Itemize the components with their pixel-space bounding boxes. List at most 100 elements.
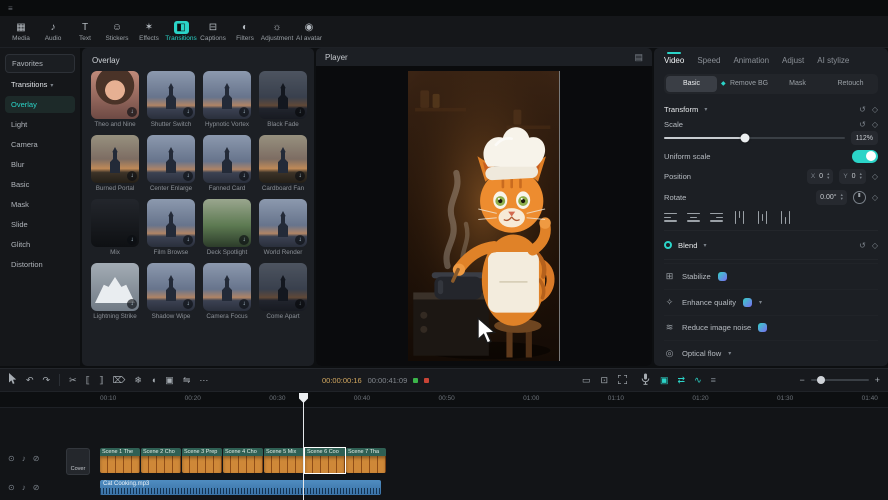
timeline-clip[interactable]: Scene 6 Coo bbox=[305, 448, 345, 473]
mirror-icon[interactable]: ⇋ bbox=[183, 375, 191, 386]
transition-item[interactable]: ↓Deck Spotlight bbox=[202, 199, 252, 256]
timeline-clip[interactable]: Scene 1 The bbox=[100, 448, 140, 473]
scale-slider-knob[interactable] bbox=[741, 134, 750, 143]
step-down-icon[interactable]: ▾ bbox=[841, 197, 843, 202]
transition-item[interactable]: ↓Center Enlarge bbox=[146, 135, 196, 192]
mute-icon[interactable]: ♪ bbox=[22, 483, 26, 492]
fullscreen-icon[interactable] bbox=[618, 375, 627, 386]
preview-axis-toggle-icon[interactable]: ∿ bbox=[694, 375, 702, 386]
timeline-clip[interactable]: Scene 5 Mix bbox=[264, 448, 304, 473]
toolbar-item-captions[interactable]: ⊟Captions bbox=[198, 21, 228, 42]
keyframe-icon[interactable]: ◇ bbox=[872, 120, 878, 129]
eye-icon[interactable]: ⊙ bbox=[8, 483, 15, 492]
timeline-zoom-slider[interactable] bbox=[811, 379, 869, 381]
timeline-tracks[interactable]: ⊙ ♪ ⊘ ⊙ ♪ ⊘ Cover Scene 1 The Scene 2 Ch… bbox=[0, 408, 888, 500]
lock-icon[interactable]: ⊘ bbox=[33, 454, 40, 463]
toolbar-item-stickers[interactable]: ☺Stickers bbox=[102, 21, 132, 42]
uniform-scale-toggle[interactable] bbox=[852, 150, 878, 163]
sidebar-item-blur[interactable]: Blur bbox=[5, 156, 75, 173]
tab-video[interactable]: Video bbox=[664, 54, 684, 65]
keyframe-icon[interactable]: ◇ bbox=[872, 172, 878, 181]
toolbar-item-transitions[interactable]: ◧Transitions bbox=[166, 21, 196, 42]
blend-section-title[interactable]: Blend bbox=[678, 241, 697, 250]
toolbar-item-media[interactable]: ▦Media bbox=[6, 21, 36, 42]
transition-item[interactable]: ↓Shadow Wipe bbox=[146, 263, 196, 320]
align-left-icon[interactable] bbox=[664, 212, 677, 223]
reset-scale-icon[interactable]: ↺ bbox=[859, 120, 866, 129]
timeline-clip[interactable]: Scene 2 Cho bbox=[141, 448, 181, 473]
sidebar-item-slide[interactable]: Slide bbox=[5, 216, 75, 233]
scale-value[interactable]: 112% bbox=[851, 131, 878, 145]
toolbar-item-adjustment[interactable]: ☼Adjustment bbox=[262, 21, 292, 42]
freeze-frame-icon[interactable]: ❄ bbox=[134, 375, 142, 386]
reset-blend-icon[interactable]: ↺ bbox=[859, 241, 866, 250]
select-tool-icon[interactable] bbox=[8, 373, 17, 387]
sidebar-item-basic[interactable]: Basic bbox=[5, 176, 75, 193]
redo-icon[interactable]: ↷ bbox=[43, 375, 51, 386]
sidebar-item-mask[interactable]: Mask bbox=[5, 196, 75, 213]
zoom-slider-knob[interactable] bbox=[817, 376, 825, 384]
sidebar-item-light[interactable]: Light bbox=[5, 116, 75, 133]
transition-item[interactable]: ↓Black Fade bbox=[258, 71, 308, 128]
undo-icon[interactable]: ↶ bbox=[26, 375, 34, 386]
subtab-mask[interactable]: Mask bbox=[772, 76, 823, 92]
transform-section-title[interactable]: Transform bbox=[664, 105, 698, 114]
enhance-quality-section[interactable]: ✧ Enhance quality ▾ bbox=[664, 289, 878, 315]
lock-icon[interactable]: ⊘ bbox=[33, 483, 40, 492]
align-top-icon[interactable] bbox=[734, 211, 745, 224]
player-stage[interactable] bbox=[316, 66, 652, 366]
sidebar-item-glitch[interactable]: Glitch bbox=[5, 236, 75, 253]
stabilize-section[interactable]: ⊞ Stabilize bbox=[664, 263, 878, 289]
toolbar-item-ai-avatar[interactable]: ◉AI avatar bbox=[294, 21, 324, 42]
tab-speed[interactable]: Speed bbox=[697, 54, 720, 65]
transition-item[interactable]: ↓Burned Portal bbox=[90, 135, 140, 192]
transition-item[interactable]: ↓Hypnotic Vortex bbox=[202, 71, 252, 128]
transition-item[interactable]: ↓Mix bbox=[90, 199, 140, 256]
transition-item[interactable]: ↓Fanned Card bbox=[202, 135, 252, 192]
transition-item[interactable]: ↓Camera Focus bbox=[202, 263, 252, 320]
tab-animation[interactable]: Animation bbox=[733, 54, 769, 65]
timeline-clip[interactable]: Scene 7 Tha bbox=[346, 448, 386, 473]
sidebar-item-transitions[interactable]: Transitions▾ bbox=[5, 76, 75, 93]
toolbar-item-audio[interactable]: ♪Audio bbox=[38, 21, 68, 42]
timeline-ruler[interactable]: 00:10 00:20 00:30 00:40 00:50 01:00 01:1… bbox=[0, 393, 888, 408]
align-bottom-icon[interactable] bbox=[780, 211, 791, 224]
position-x-stepper[interactable]: X0▴▾ bbox=[807, 169, 834, 184]
step-down-icon[interactable]: ▾ bbox=[860, 176, 862, 181]
linked-selection-toggle-icon[interactable]: ⇄ bbox=[678, 375, 686, 386]
align-center-vertical-icon[interactable] bbox=[757, 211, 768, 224]
playhead[interactable] bbox=[303, 393, 304, 500]
sidebar-item-overlay[interactable]: Overlay bbox=[5, 96, 75, 113]
tab-adjust[interactable]: Adjust bbox=[782, 54, 804, 65]
step-down-icon[interactable]: ▾ bbox=[827, 176, 829, 181]
subtab-basic[interactable]: Basic bbox=[666, 76, 717, 92]
rotate-dial[interactable] bbox=[853, 191, 866, 204]
align-center-horizontal-icon[interactable] bbox=[687, 212, 700, 223]
player-view-options-icon[interactable]: ▤ bbox=[634, 52, 643, 63]
main-track-magnet-toggle-icon[interactable]: ▣ bbox=[660, 375, 669, 386]
split-icon[interactable]: ✂ bbox=[69, 375, 77, 386]
keyframe-icon[interactable]: ◇ bbox=[872, 105, 878, 114]
trim-left-icon[interactable]: ⟦ bbox=[86, 375, 90, 386]
keyframe-icon[interactable]: ◇ bbox=[872, 193, 878, 202]
transition-item[interactable]: ↓Lightning Strike bbox=[90, 263, 140, 320]
zoom-out-icon[interactable]: − bbox=[799, 375, 804, 385]
subtab-retouch[interactable]: Retouch bbox=[825, 76, 876, 92]
subtab-remove-bg[interactable]: ◆Remove BG bbox=[719, 76, 770, 92]
toolbar-item-text[interactable]: TText bbox=[70, 21, 100, 42]
transition-item[interactable]: ↓Theo and Nine bbox=[90, 71, 140, 128]
reset-transform-icon[interactable]: ↺ bbox=[859, 105, 866, 114]
sidebar-item-favorites[interactable]: Favorites bbox=[5, 54, 75, 73]
fit-canvas-icon[interactable]: ⊡ bbox=[601, 375, 609, 386]
mute-icon[interactable]: ♪ bbox=[22, 454, 26, 463]
crop-icon[interactable]: ▣ bbox=[165, 375, 174, 386]
sidebar-item-distortion[interactable]: Distortion bbox=[5, 256, 75, 273]
mask-tool-icon[interactable]: ◖ bbox=[151, 375, 156, 385]
transition-item[interactable]: ↓Come Apart bbox=[258, 263, 308, 320]
optical-flow-section[interactable]: ◎ Optical flow ▾ bbox=[664, 340, 878, 366]
toolbar-item-effects[interactable]: ✶Effects bbox=[134, 21, 164, 42]
toolbar-item-filters[interactable]: ◐Filters bbox=[230, 21, 260, 42]
transition-item[interactable]: ↓Cardboard Fan bbox=[258, 135, 308, 192]
rotate-stepper[interactable]: 0.00°▴▾ bbox=[816, 190, 847, 205]
timeline-clip[interactable]: Scene 3 Prep bbox=[182, 448, 222, 473]
